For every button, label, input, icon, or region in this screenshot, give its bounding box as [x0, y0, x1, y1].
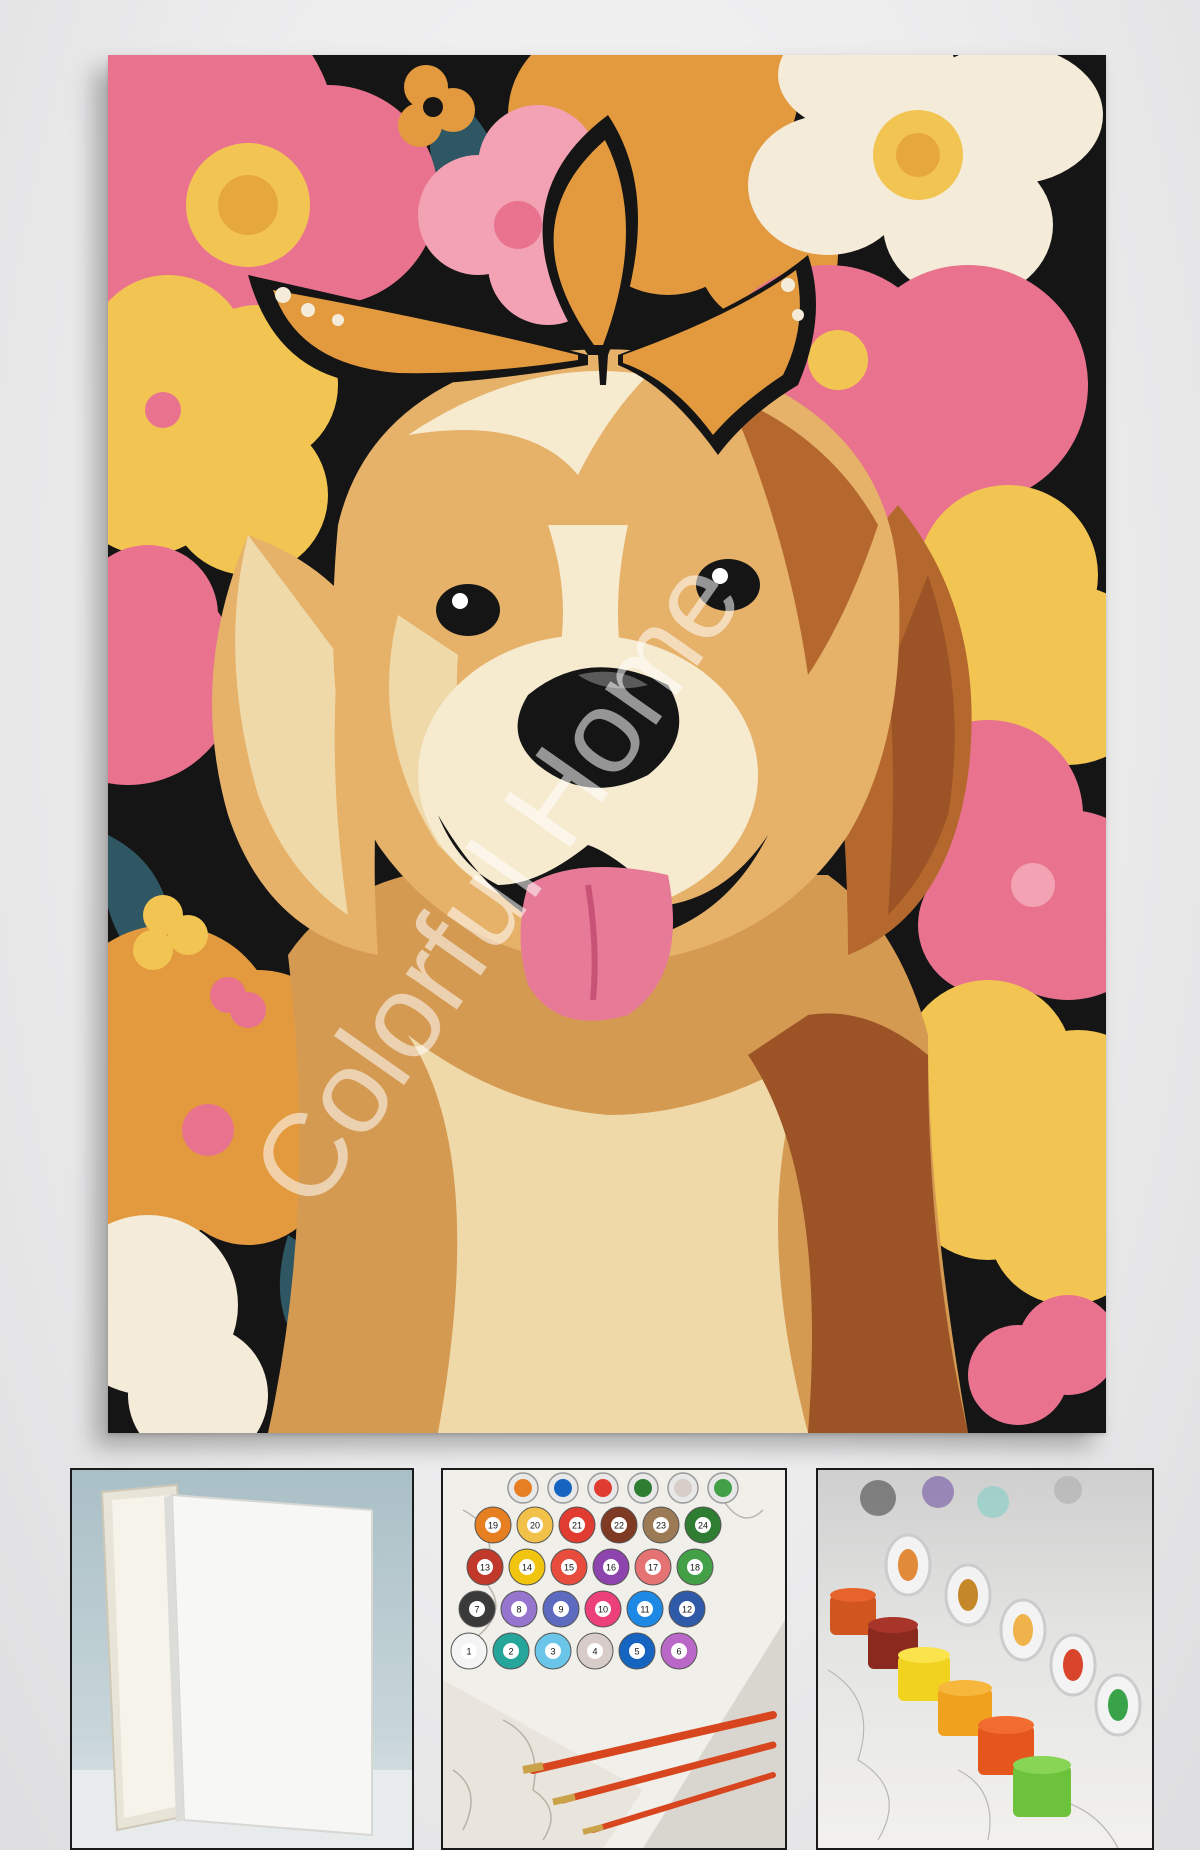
paint-pot-number: 9 — [558, 1605, 563, 1615]
paint-pot-number: 13 — [480, 1563, 490, 1573]
paint-lid-color — [674, 1479, 692, 1497]
paint-pot-number: 19 — [488, 1521, 498, 1531]
paint-lid-color — [514, 1479, 532, 1497]
paint-lid-color — [634, 1479, 652, 1497]
paint-lid-color — [714, 1479, 732, 1497]
main-canvas-painting: Colorful Home — [108, 55, 1106, 1433]
paint-pot-number: 21 — [572, 1521, 582, 1531]
paint-pot-number: 18 — [690, 1563, 700, 1573]
left-eye — [436, 584, 500, 636]
paint-pot-number: 10 — [598, 1605, 608, 1615]
paint-pot-number: 2 — [508, 1647, 513, 1657]
thumbnail-numbered-paints[interactable]: 19 20 21 22 23 24 13 14 15 16 17 18 7 8 9 10 11 12 1 2 3 4 5 6 — [441, 1468, 787, 1850]
thumbnail-blank-canvas[interactable] — [70, 1468, 414, 1850]
paint-pot-number: 24 — [698, 1521, 708, 1531]
paint-pot-number: 22 — [614, 1521, 624, 1531]
canvas-front — [170, 1493, 373, 1837]
paint-pot-number: 23 — [656, 1521, 666, 1531]
paint-pot-number: 20 — [530, 1521, 540, 1531]
paint-pot-number: 5 — [634, 1647, 639, 1657]
thumbnail-open-paint-pots[interactable] — [816, 1468, 1154, 1850]
paint-pot-number: 8 — [516, 1605, 521, 1615]
paint-lid-color — [554, 1479, 572, 1497]
paint-lid-color — [594, 1479, 612, 1497]
paint-pot-number: 14 — [522, 1563, 532, 1573]
paint-pot-number: 12 — [682, 1605, 692, 1615]
paint-pot-number: 17 — [648, 1563, 658, 1573]
paint-pot-number: 6 — [676, 1647, 681, 1657]
paint-pot-number: 7 — [474, 1605, 479, 1615]
paint-pot-number: 4 — [592, 1647, 597, 1657]
paint-pot-number: 15 — [564, 1563, 574, 1573]
paint-pot-number: 11 — [640, 1605, 649, 1615]
paint-pot-number: 3 — [550, 1647, 555, 1657]
paint-pot-number: 1 — [466, 1647, 471, 1657]
paint-pot-number: 16 — [606, 1563, 616, 1573]
